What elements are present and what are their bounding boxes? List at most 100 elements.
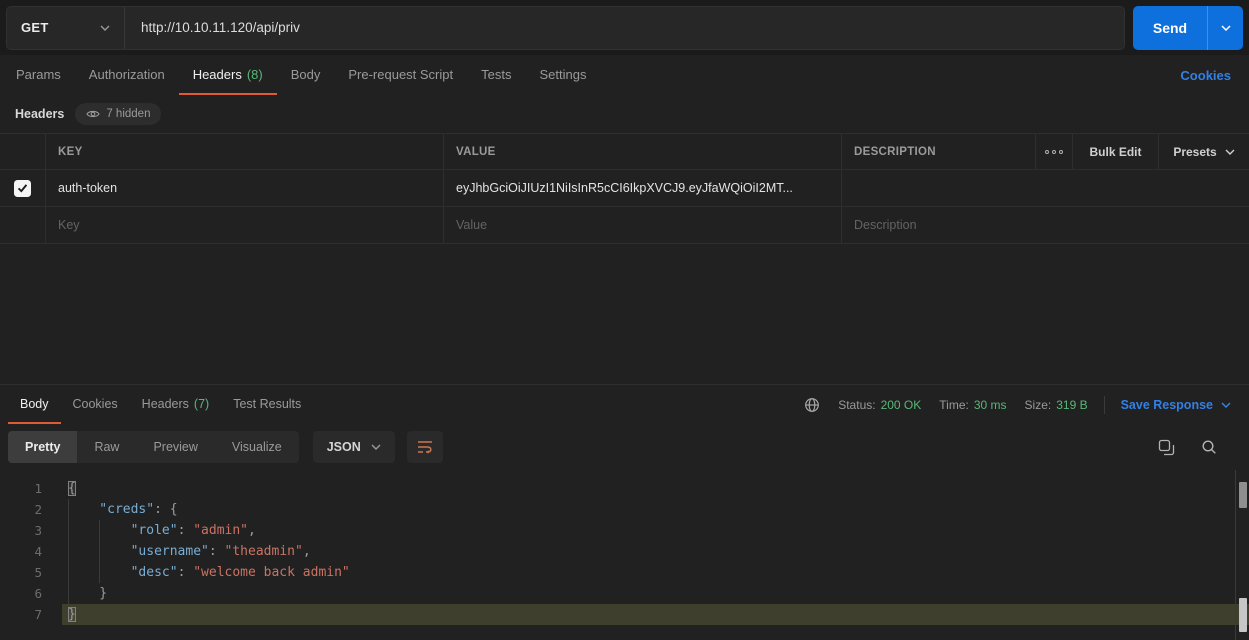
wrap-lines-button[interactable] xyxy=(407,431,443,463)
response-body-editor: 1 2 3 4 5 6 7 { "creds": { "role": "admi… xyxy=(0,470,1249,640)
eye-icon xyxy=(86,109,100,119)
copy-button[interactable] xyxy=(1158,439,1175,456)
header-description-cell[interactable] xyxy=(841,170,1249,206)
response-tab-cookies[interactable]: Cookies xyxy=(61,385,130,424)
editor-scrollbar[interactable] xyxy=(1235,470,1249,640)
header-row-auth-token: auth-token eyJhbGciOiJIUzI1NiIsInR5cCI6I… xyxy=(0,170,1249,207)
postman-app: GET Send Params Authorization Headers (8… xyxy=(0,0,1249,640)
response-tab-headers[interactable]: Headers (7) xyxy=(130,385,222,424)
editor-actions xyxy=(1158,439,1241,456)
response-headers-count-badge: (7) xyxy=(194,397,209,411)
headers-count-badge: (8) xyxy=(247,67,263,82)
url-input[interactable] xyxy=(125,7,1124,49)
url-container: GET xyxy=(6,6,1125,50)
status-value: 200 OK xyxy=(881,398,922,412)
code-line: "role": "admin", xyxy=(62,520,1249,541)
search-button[interactable] xyxy=(1201,439,1217,455)
response-tab-test-results[interactable]: Test Results xyxy=(221,385,313,424)
headers-table: KEY VALUE DESCRIPTION Bulk Edit Presets … xyxy=(0,133,1249,244)
line-number: 2 xyxy=(0,499,62,520)
header-value-cell[interactable]: eyJhbGciOiJIUzI1NiIsInR5cCI6IkpXVCJ9.eyJ… xyxy=(443,170,841,206)
response-tab-body[interactable]: Body xyxy=(8,385,61,424)
size-indicator: Size: 319 B xyxy=(1025,398,1088,412)
line-number: 6 xyxy=(0,583,62,604)
hidden-headers-label: 7 hidden xyxy=(106,108,150,120)
code-line: "creds": { xyxy=(62,499,1249,520)
value-column-header: VALUE xyxy=(443,134,841,169)
tab-headers[interactable]: Headers (8) xyxy=(179,55,277,95)
code-line: "username": "theadmin", xyxy=(62,541,1249,562)
line-number: 5 xyxy=(0,562,62,583)
time-value: 30 ms xyxy=(974,398,1007,412)
chevron-down-icon xyxy=(371,444,381,450)
chevron-down-icon xyxy=(1221,402,1231,408)
tab-body[interactable]: Body xyxy=(277,55,335,95)
empty-area xyxy=(0,244,1249,384)
divider xyxy=(1104,396,1105,414)
line-number: 3 xyxy=(0,520,62,541)
send-button[interactable]: Send xyxy=(1133,6,1207,50)
tab-pre-request-script[interactable]: Pre-request Script xyxy=(334,55,467,95)
tab-authorization[interactable]: Authorization xyxy=(75,55,179,95)
tab-params[interactable]: Params xyxy=(2,55,75,95)
scrollbar-thumb[interactable] xyxy=(1239,482,1247,508)
tab-tests[interactable]: Tests xyxy=(467,55,525,95)
more-actions-icon xyxy=(1045,150,1063,154)
line-number: 1 xyxy=(0,478,62,499)
header-row-empty: Key Value Description xyxy=(0,207,1249,243)
code-line: } xyxy=(62,583,1249,604)
format-dropdown[interactable]: JSON xyxy=(313,431,395,463)
key-placeholder-cell[interactable]: Key xyxy=(45,207,443,243)
request-url-bar: GET Send xyxy=(0,0,1249,55)
header-key-cell[interactable]: auth-token xyxy=(45,170,443,206)
method-label: GET xyxy=(21,20,49,35)
code-line: { xyxy=(62,478,1249,499)
request-tabs: Params Authorization Headers (8) Body Pr… xyxy=(0,55,1249,95)
view-mode-segmented-control: Pretty Raw Preview Visualize xyxy=(8,431,299,463)
description-column-header: DESCRIPTION xyxy=(841,134,1035,169)
view-tab-pretty[interactable]: Pretty xyxy=(8,431,77,463)
status-indicator: Status: 200 OK xyxy=(838,398,921,412)
chevron-down-icon xyxy=(100,25,110,31)
tab-settings[interactable]: Settings xyxy=(525,55,600,95)
key-column-header: KEY xyxy=(45,134,443,169)
response-meta: Status: 200 OK Time: 30 ms Size: 319 B S… xyxy=(804,385,1241,424)
line-number: 7 xyxy=(0,604,62,625)
copy-icon xyxy=(1158,439,1175,456)
headers-section-header: Headers 7 hidden xyxy=(0,95,1249,133)
line-number: 4 xyxy=(0,541,62,562)
globe-icon xyxy=(804,397,820,413)
hidden-headers-toggle[interactable]: 7 hidden xyxy=(75,103,161,125)
checkbox-column-header xyxy=(0,134,45,169)
chevron-down-icon xyxy=(1221,25,1231,31)
send-options-button[interactable] xyxy=(1207,6,1243,50)
time-indicator: Time: 30 ms xyxy=(939,398,1006,412)
headers-table-header: KEY VALUE DESCRIPTION Bulk Edit Presets xyxy=(0,134,1249,170)
headers-section-title: Headers xyxy=(15,107,64,121)
bulk-edit-button[interactable]: Bulk Edit xyxy=(1072,134,1158,169)
send-split-button: Send xyxy=(1133,6,1243,50)
description-placeholder-cell[interactable]: Description xyxy=(841,207,1249,243)
save-response-dropdown[interactable]: Save Response xyxy=(1121,398,1231,412)
row-checkbox[interactable] xyxy=(14,180,31,197)
wrap-lines-icon xyxy=(417,439,433,455)
cookies-link[interactable]: Cookies xyxy=(1180,68,1231,83)
code-line-current: } xyxy=(62,604,1249,625)
method-dropdown[interactable]: GET xyxy=(7,7,125,49)
line-number-gutter: 1 2 3 4 5 6 7 xyxy=(0,470,62,640)
presets-dropdown[interactable]: Presets xyxy=(1158,134,1249,169)
response-view-toolbar: Pretty Raw Preview Visualize JSON xyxy=(0,424,1249,470)
json-code: { "creds": { "role": "admin", "username"… xyxy=(62,470,1249,640)
view-tab-preview[interactable]: Preview xyxy=(136,431,214,463)
view-tab-raw[interactable]: Raw xyxy=(77,431,136,463)
search-icon xyxy=(1201,439,1217,455)
value-placeholder-cell[interactable]: Value xyxy=(443,207,841,243)
code-line: "desc": "welcome back admin" xyxy=(62,562,1249,583)
size-value: 319 B xyxy=(1056,398,1087,412)
chevron-down-icon xyxy=(1225,149,1235,155)
response-section: Body Cookies Headers (7) Test Results St… xyxy=(0,384,1249,640)
view-tab-visualize[interactable]: Visualize xyxy=(215,431,299,463)
more-actions-button[interactable] xyxy=(1035,134,1072,169)
scrollbar-marker[interactable] xyxy=(1239,598,1247,632)
check-icon xyxy=(17,183,28,193)
